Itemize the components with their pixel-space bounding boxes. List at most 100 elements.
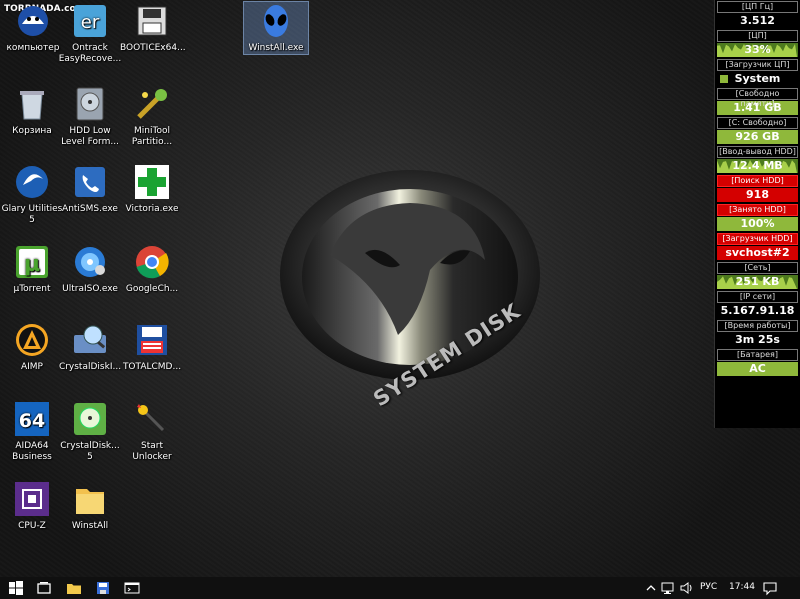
widget-value: 251 KB	[717, 275, 798, 289]
desktop-icon-label: Victoria.exe	[125, 204, 179, 214]
desktop-icon-label: Ontrack EasyRecove...	[58, 43, 122, 64]
chrome-app-icon	[133, 243, 171, 281]
widget-value-text: 918	[746, 188, 769, 201]
widget-label: [ЦП]	[717, 30, 798, 42]
desktop-icon-label: Glary Utilities 5	[1, 204, 63, 225]
desktop-icon-ontrack[interactable]: er Ontrack EasyRecove...	[58, 2, 122, 65]
widget-label: [Сеть]	[717, 262, 798, 274]
console-window-icon	[124, 582, 140, 594]
desktop-icon-crystal5[interactable]: CrystalDisk... 5	[58, 400, 122, 463]
desktop-icon-aida64[interactable]: 64 AIDA64 Business	[0, 400, 64, 463]
widget-label: [IP сети]	[717, 291, 798, 303]
desktop-icon-totalcmd[interactable]: TOTALCMD...	[120, 321, 184, 373]
desktop-icon-cpuz[interactable]: CPU-Z	[0, 480, 64, 532]
widget-value: 1.41 GB	[717, 101, 798, 115]
console-taskbar-button[interactable]	[124, 580, 140, 596]
widget-value-text: 3m 25s	[735, 333, 780, 346]
widget-value-text: 1.41 GB	[733, 101, 782, 114]
folder-icon	[67, 584, 81, 594]
victoria-app-icon	[133, 163, 171, 201]
desktop-icon-ultraiso[interactable]: UltraISO.exe	[58, 243, 122, 295]
widget-value: 12.4 MB	[717, 159, 798, 173]
widget-label: [Батарея]	[717, 349, 798, 361]
desktop-icon-label: WinstAll.exe	[248, 43, 304, 53]
task-view-button[interactable]	[36, 580, 52, 596]
widget-value: System	[717, 72, 798, 86]
volume-tray-button[interactable]	[679, 580, 695, 596]
desktop-icon-chrome[interactable]: GoogleCh...	[120, 243, 184, 295]
desktop-icon-recycle[interactable]: Корзина	[0, 85, 64, 137]
widget-label: [Загрузчик HDD]	[717, 233, 798, 245]
desktop[interactable]: SYSTEM DISK TORRNADA.com компьютер er Ontr…	[0, 0, 800, 577]
desktop-icon-label: WinstAll	[71, 521, 109, 531]
desktop-icon-label: CrystalDiskI...	[58, 362, 122, 372]
widget-block: [Сеть] 251 KB	[717, 262, 798, 289]
desktop-icon-label: компьютер	[6, 43, 60, 53]
widget-block: [C: Свободно] 926 GB	[717, 117, 798, 144]
desktop-icon-bootice[interactable]: BOOTICEx64...	[120, 2, 186, 54]
widget-value-text: svchost#2	[725, 246, 790, 259]
desktop-icon-label: MiniTool Partitio...	[131, 126, 173, 147]
desktop-icon-label: AIDA64 Business	[12, 441, 52, 462]
widget-block: [Свободно памяти]1.41 GB	[717, 88, 798, 115]
widget-value-text: 251 KB	[735, 275, 780, 288]
widget-value-text: 5.167.91.18	[720, 304, 795, 317]
widget-block: [Ввод-вывод HDD] 12.4 MB	[717, 146, 798, 173]
desktop-icon-glary[interactable]: Glary Utilities 5	[0, 163, 64, 226]
minitool-app-icon	[133, 85, 171, 123]
desktop-icon-minitool[interactable]: MiniTool Partitio...	[120, 85, 184, 148]
start-button[interactable]	[8, 580, 24, 596]
widget-label: [C: Свободно]	[717, 117, 798, 129]
language-indicator[interactable]: РУС	[700, 582, 717, 592]
desktop-icon-winstall[interactable]: WinstAll	[58, 480, 122, 532]
action-center-button[interactable]	[762, 580, 778, 596]
widget-block: [Время работы] 3m 25s	[717, 320, 798, 347]
totalcmd-app-icon	[133, 321, 171, 359]
desktop-icon-antisms[interactable]: AntiSMS.exe	[58, 163, 122, 215]
desktop-icon-victoria[interactable]: Victoria.exe	[120, 163, 184, 215]
clock[interactable]: 17:44	[729, 582, 755, 592]
desktop-icon-label: UltraISO.exe	[62, 284, 118, 294]
widget-block: [Занято HDD] 100%	[717, 204, 798, 231]
widget-block: [Загрузчик ЦП] System	[717, 59, 798, 86]
desktop-icon-label: BOOTICEx64...	[120, 43, 186, 53]
widget-block: [Загрузчик HDD] svchost#2	[717, 233, 798, 260]
save-taskbar-button[interactable]	[95, 580, 111, 596]
widget-block: [Батарея] AC	[717, 349, 798, 376]
desktop-icon-winstall-exe[interactable]: WinstAll.exe	[243, 1, 309, 55]
widget-value-text: System	[734, 72, 781, 85]
task-view-icon	[37, 582, 51, 594]
glary-app-icon	[13, 163, 51, 201]
desktop-icon-hddlow[interactable]: HDD Low Level Form...	[58, 85, 122, 148]
widget-label: [Поиск HDD]	[717, 175, 798, 187]
chevron-up-icon	[646, 585, 656, 591]
widget-label: [ЦП Гц]	[717, 1, 798, 13]
show-hidden-icons-button[interactable]	[645, 580, 657, 596]
unlocker-app-icon	[133, 400, 171, 438]
widget-label: [Время работы]	[717, 320, 798, 332]
ultraiso-app-icon	[71, 243, 109, 281]
computer-app-icon	[14, 2, 52, 40]
floppy-disk-icon	[97, 582, 109, 594]
widget-value: svchost#2	[717, 246, 798, 260]
antisms-app-icon	[71, 163, 109, 201]
network-tray-button[interactable]	[660, 580, 676, 596]
widget-block: [ЦП] 33%	[717, 30, 798, 57]
desktop-icon-crystal1[interactable]: CrystalDiskI...	[58, 321, 122, 373]
widget-value: AC	[717, 362, 798, 376]
desktop-icon-utorrent[interactable]: µ µTorrent	[0, 243, 64, 295]
svg-text:64: 64	[19, 410, 45, 432]
widget-value-text: 12.4 MB	[732, 159, 783, 172]
explorer-taskbar-button[interactable]	[66, 580, 82, 596]
desktop-icon-aimp[interactable]: AIMP	[0, 321, 64, 373]
widget-block: [ЦП Гц] 3.512	[717, 1, 798, 28]
desktop-icon-label: TOTALCMD...	[122, 362, 182, 372]
desktop-icon-label: Start Unlocker	[132, 441, 172, 462]
winstall-exe-app-icon	[257, 2, 295, 40]
system-monitor-widget: [ЦП Гц] 3.512 [ЦП] 33% [Загрузчик ЦП] System[…	[714, 0, 800, 428]
widget-value: 5.167.91.18	[717, 304, 798, 318]
widget-value: 100%	[717, 217, 798, 231]
desktop-icon-computer[interactable]: компьютер	[1, 2, 65, 54]
widget-label: [Свободно памяти]	[717, 88, 798, 108]
desktop-icon-unlocker[interactable]: Start Unlocker	[120, 400, 184, 463]
